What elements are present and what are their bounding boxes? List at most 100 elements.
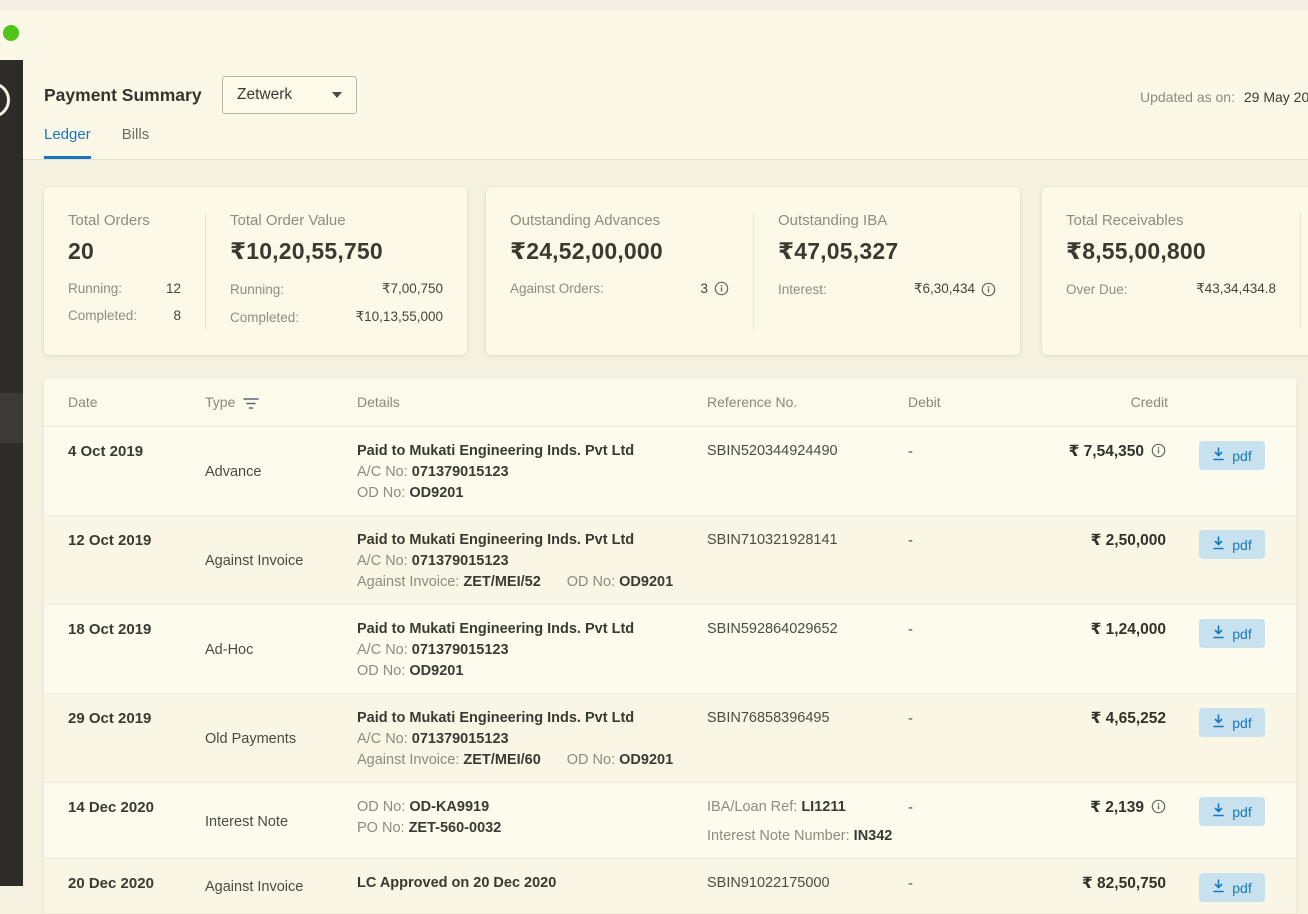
- cell-credit: ₹ 2,139: [1003, 797, 1168, 847]
- details-value: OD9201: [619, 574, 673, 590]
- tab-bar: Ledger Bills: [44, 126, 149, 159]
- cell-debit: -: [908, 530, 1003, 593]
- card-subrow: Over Due:₹43,34,434.8: [1066, 281, 1276, 297]
- card-subrow-value-text: 3: [700, 281, 708, 296]
- card-label: Total Receivables: [1066, 212, 1276, 229]
- details-value: ZET-560-0032: [409, 820, 502, 836]
- details-label: Against Invoice:: [357, 574, 463, 590]
- details-line: A/C No: 071379015123: [357, 729, 707, 750]
- details-value: OD9201: [409, 663, 463, 679]
- credit-amount: ₹ 7,54,350: [1069, 441, 1144, 462]
- details-title: Paid to Mukati Engineering Inds. Pvt Ltd: [357, 708, 707, 729]
- cell-details: Paid to Mukati Engineering Inds. Pvt Ltd…: [357, 619, 707, 682]
- details-label: OD No:: [357, 485, 409, 501]
- card-subrow-value-text: ₹6,30,434: [914, 281, 975, 297]
- table-row: 4 Oct 2019AdvancePaid to Mukati Engineer…: [44, 427, 1296, 516]
- cell-debit: -: [908, 708, 1003, 771]
- info-icon[interactable]: [714, 281, 729, 296]
- details-line: Against Invoice: ZET/MEI/52OD No: OD9201: [357, 572, 707, 593]
- card-subrow: Against Orders:3: [510, 281, 729, 296]
- cell-details: Paid to Mukati Engineering Inds. Pvt Ltd…: [357, 441, 707, 504]
- card-value: ₹47,05,327: [778, 238, 996, 265]
- company-select[interactable]: Zetwerk: [222, 76, 357, 114]
- details-line: OD No: OD9201: [357, 661, 707, 682]
- card-subrow-value-text: 8: [173, 308, 181, 323]
- card-value: ₹10,20,55,750: [230, 238, 443, 265]
- top-strip: [0, 0, 1308, 10]
- summary-card: Total Orders20Running:12Completed:8Total…: [44, 187, 467, 355]
- cell-debit: -: [908, 873, 1003, 902]
- cell-date: 4 Oct 2019: [44, 441, 205, 504]
- card-subrow: Running:₹7,00,750: [230, 281, 443, 297]
- cell-pdf: pdf: [1168, 530, 1296, 593]
- details-line: OD No: OD-KA9919: [357, 797, 707, 818]
- details-value: OD-KA9919: [409, 799, 489, 815]
- cell-reference: SBIN592864029652: [707, 619, 908, 682]
- cell-reference: SBIN91022175000: [707, 873, 908, 902]
- info-icon[interactable]: [981, 282, 996, 297]
- info-icon[interactable]: [1151, 799, 1166, 814]
- tab-bills[interactable]: Bills: [122, 126, 150, 159]
- card-subrow-value-text: ₹43,34,434.8: [1196, 281, 1276, 297]
- pdf-download-button[interactable]: pdf: [1199, 530, 1264, 559]
- details-label: A/C No:: [357, 464, 412, 480]
- summary-card: Outstanding Advances₹24,52,00,000Against…: [486, 187, 1020, 355]
- filter-icon[interactable]: [243, 397, 259, 409]
- details-line: A/C No: 071379015123: [357, 551, 707, 572]
- cell-type: Advance: [205, 441, 357, 504]
- pdf-button-label: pdf: [1232, 626, 1251, 642]
- table-row: 18 Oct 2019Ad-HocPaid to Mukati Engineer…: [44, 605, 1296, 694]
- details-value: 071379015123: [412, 642, 509, 658]
- page-title: Payment Summary: [44, 85, 202, 106]
- details-label: OD No:: [567, 752, 619, 768]
- cell-details: Paid to Mukati Engineering Inds. Pvt Ltd…: [357, 708, 707, 771]
- details-label: A/C No:: [357, 642, 412, 658]
- card-section: Outstanding Advances₹24,52,00,000Against…: [486, 212, 753, 330]
- pdf-download-button[interactable]: pdf: [1199, 797, 1264, 826]
- details-value: OD9201: [409, 485, 463, 501]
- col-header-type-label: Type: [205, 394, 235, 410]
- col-header-date: Date: [44, 394, 205, 410]
- reference-value: IN342: [854, 828, 893, 844]
- card-subrow-label: Running:: [68, 281, 122, 296]
- pdf-download-button[interactable]: pdf: [1199, 873, 1264, 902]
- pdf-download-button[interactable]: pdf: [1199, 441, 1264, 470]
- page-header: Payment Summary Zetwerk Updated as on: 2…: [23, 60, 1308, 160]
- card-subrow-value: 3: [700, 281, 729, 296]
- pdf-download-button[interactable]: pdf: [1199, 708, 1264, 737]
- ledger-table: Date Type Details Reference No. Debit Cr…: [44, 378, 1296, 914]
- cell-type: Against Invoice: [205, 873, 357, 902]
- details-line: A/C No: 071379015123: [357, 462, 707, 483]
- card-section: Outstanding IBA₹47,05,327Interest:₹6,30,…: [753, 212, 1020, 330]
- card-subrow: Running: 12: [68, 281, 181, 296]
- pdf-download-button[interactable]: pdf: [1199, 619, 1264, 648]
- card-subrow-value-text: 12: [166, 281, 181, 296]
- updated-value: 29 May 202: [1244, 89, 1308, 105]
- details-value: OD9201: [619, 752, 673, 768]
- sidebar-item-selected[interactable]: [0, 393, 23, 443]
- details-label: A/C No:: [357, 553, 412, 569]
- card-section: [1300, 212, 1308, 330]
- app-logo-icon: [0, 82, 10, 118]
- card-subrow-label: Running:: [230, 282, 284, 297]
- tab-ledger[interactable]: Ledger: [44, 126, 91, 159]
- card-section: Total Order Value₹10,20,55,750Running:₹7…: [205, 212, 467, 330]
- details-pair: PO No: ZET-560-0032: [357, 820, 501, 836]
- updated-as-on: Updated as on: 29 May 202: [1140, 89, 1308, 105]
- details-value: 071379015123: [412, 731, 509, 747]
- details-label: OD No:: [567, 574, 619, 590]
- col-header-type: Type: [205, 394, 357, 410]
- details-value: ZET/MEI/60: [463, 752, 540, 768]
- info-icon[interactable]: [1151, 443, 1166, 458]
- cell-type: Ad-Hoc: [205, 619, 357, 682]
- details-title: Paid to Mukati Engineering Inds. Pvt Ltd: [357, 530, 707, 551]
- card-label: Outstanding Advances: [510, 212, 729, 229]
- company-select-value: Zetwerk: [237, 86, 292, 104]
- details-value: 071379015123: [412, 553, 509, 569]
- details-line: OD No: OD9201: [357, 483, 707, 504]
- details-title: Paid to Mukati Engineering Inds. Pvt Ltd: [357, 619, 707, 640]
- download-icon: [1212, 447, 1225, 464]
- cell-date: 29 Oct 2019: [44, 708, 205, 771]
- cell-credit: ₹ 7,54,350: [1003, 441, 1168, 504]
- credit-amount: ₹ 2,50,000: [1091, 530, 1166, 551]
